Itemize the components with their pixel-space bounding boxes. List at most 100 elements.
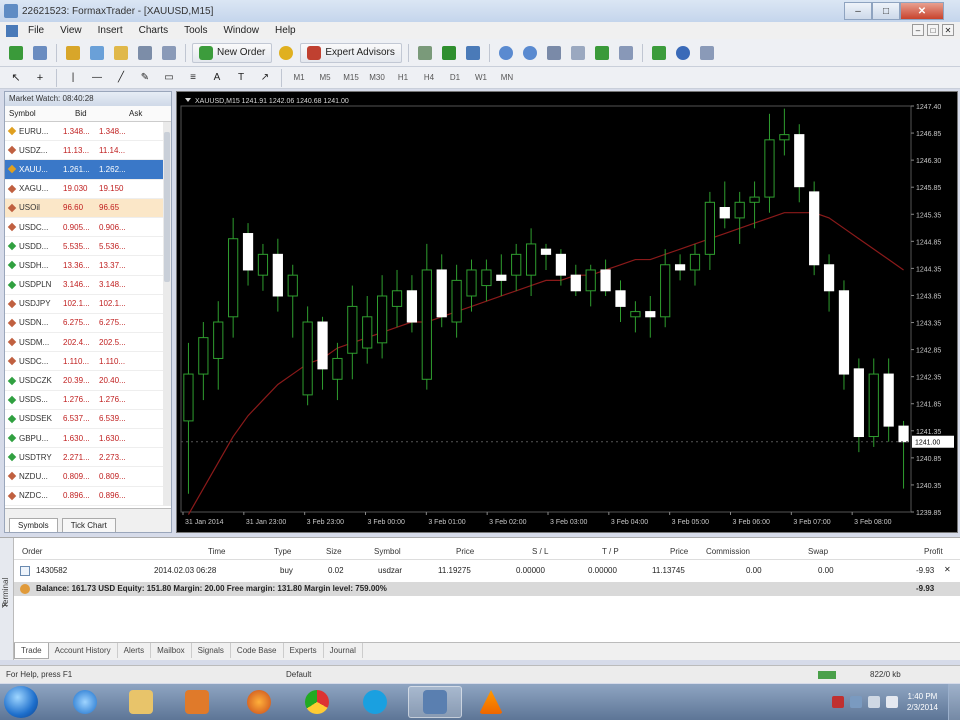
taskbar-internet-explorer[interactable] (58, 686, 112, 718)
candlestick-button[interactable] (439, 43, 459, 63)
market-watch-row[interactable]: USDC... 0.905... 0.906... (5, 218, 171, 238)
market-watch-button[interactable] (63, 43, 83, 63)
timeframe-m15[interactable]: M15 (338, 73, 364, 82)
taskbar-skype[interactable] (348, 686, 402, 718)
maximize-button[interactable]: □ (872, 2, 900, 20)
trendline-button[interactable]: ╱ (111, 68, 131, 88)
navigator-button[interactable] (111, 43, 131, 63)
tab-code-base[interactable]: Code Base (231, 643, 284, 658)
market-watch-scrollbar[interactable] (163, 122, 171, 506)
market-watch-row[interactable]: USDH... 13.36... 13.37... (5, 256, 171, 276)
market-watch-row[interactable]: EURU... 1.348... 1.348... (5, 122, 171, 142)
market-watch-row[interactable]: USDSEK 6.537... 6.539... (5, 410, 171, 429)
vertical-line-button[interactable]: | (63, 68, 83, 88)
menu-insert[interactable]: Insert (90, 25, 131, 36)
menu-file[interactable]: File (20, 25, 52, 36)
column-profit[interactable]: Profit (924, 547, 943, 556)
price-chart[interactable]: 1247.40 1246.85 1246.30 1245.85 1245.35 1244.… (176, 91, 958, 533)
taskbar-media-player[interactable] (170, 686, 224, 718)
column-size[interactable]: Size (326, 547, 342, 556)
market-watch-row[interactable]: USDTRY 2.271... 2.273... (5, 448, 171, 468)
tray-flag-icon[interactable] (831, 696, 844, 708)
start-button[interactable] (4, 686, 38, 718)
cursor-button[interactable]: ↖ (6, 68, 26, 88)
tray-display-icon[interactable] (849, 696, 862, 708)
column-current-price[interactable]: Price (670, 547, 688, 556)
market-watch-row[interactable]: XAUU... 1.261... 1.262... (5, 160, 171, 180)
timeframe-m1[interactable]: M1 (286, 73, 312, 82)
timeframe-h1[interactable]: H1 (390, 73, 416, 82)
timeframe-m5[interactable]: M5 (312, 73, 338, 82)
profiles-button[interactable] (30, 43, 50, 63)
market-watch-row[interactable]: USDZ... 11.13... 11.14... (5, 141, 171, 161)
column-ask[interactable]: Ask (99, 106, 159, 121)
chart-canvas[interactable]: 1247.40 1246.85 1246.30 1245.85 1245.35 1244.… (177, 92, 957, 532)
new-chart-button[interactable] (6, 43, 26, 63)
periods-button[interactable] (673, 43, 693, 63)
column-commission[interactable]: Commission (706, 547, 750, 556)
chart-restore-button[interactable]: □ (927, 24, 939, 36)
market-watch-row[interactable]: USDD... 5.535... 5.536... (5, 237, 171, 257)
taskbar-chrome[interactable] (290, 686, 344, 718)
timeframe-d1[interactable]: D1 (442, 73, 468, 82)
column-type[interactable]: Type (274, 547, 291, 556)
crosshair-button[interactable]: + (30, 68, 50, 88)
minimize-button[interactable]: – (844, 2, 872, 20)
horizontal-line-button[interactable]: — (87, 68, 107, 88)
expert-advisors-button[interactable]: Expert Advisors (300, 42, 402, 63)
column-swap[interactable]: Swap (808, 547, 828, 556)
column-time[interactable]: Time (208, 547, 225, 556)
menu-view[interactable]: View (52, 25, 90, 36)
chart-close-button[interactable]: ✕ (942, 24, 954, 36)
timeframe-m30[interactable]: M30 (364, 73, 390, 82)
column-price[interactable]: Price (456, 547, 474, 556)
market-watch-row[interactable]: USDM... 202.4... 202.5... (5, 333, 171, 353)
chart-shift-button[interactable] (568, 43, 588, 63)
line-chart-button[interactable] (463, 43, 483, 63)
new-order-button[interactable]: New Order (192, 42, 273, 63)
column-sl[interactable]: S / L (532, 547, 548, 556)
menu-window[interactable]: Window (215, 25, 267, 36)
close-order-icon[interactable]: ✕ (944, 565, 951, 574)
tab-signals[interactable]: Signals (192, 643, 231, 658)
zoom-out-button[interactable] (520, 43, 540, 63)
templates-button[interactable] (697, 43, 717, 63)
column-symbol[interactable]: Symbol (374, 547, 401, 556)
tab-symbols[interactable]: Symbols (9, 518, 58, 532)
market-watch-row[interactable]: USDPLN 3.146... 3.148... (5, 276, 171, 295)
tray-network-icon[interactable] (867, 696, 880, 708)
terminal-button[interactable] (135, 43, 155, 63)
market-watch-row[interactable]: NZDC... 0.896... 0.896... (5, 487, 171, 506)
tab-mailbox[interactable]: Mailbox (151, 643, 192, 658)
autoscroll-button[interactable] (592, 43, 612, 63)
tray-volume-icon[interactable] (885, 696, 898, 708)
channel-button[interactable]: ▭ (159, 68, 179, 88)
strategy-tester-button[interactable] (159, 43, 179, 63)
timeframe-h4[interactable]: H4 (416, 73, 442, 82)
market-watch-row[interactable]: USDJPY 102.1... 102.1... (5, 295, 171, 314)
tab-experts[interactable]: Experts (284, 643, 324, 658)
alert-button[interactable] (276, 43, 296, 63)
timeframe-w1[interactable]: W1 (468, 73, 494, 82)
tab-account-history[interactable]: Account History (49, 643, 118, 658)
market-watch-row[interactable]: XAGU... 19.030 19.150 (5, 180, 171, 199)
market-watch-row[interactable]: USDS... 1.276... 1.276... (5, 391, 171, 410)
market-watch-row[interactable]: USDCZK 20.39... 20.40... (5, 371, 171, 391)
tab-trade[interactable]: Trade (14, 643, 49, 659)
scrollbar-thumb[interactable] (164, 132, 170, 282)
column-order[interactable]: Order (22, 547, 42, 556)
grid-button[interactable] (616, 43, 636, 63)
clock[interactable]: 1:40 PM 2/3/2014 (907, 691, 938, 713)
tile-windows-button[interactable] (544, 43, 564, 63)
column-tp[interactable]: T / P (602, 547, 619, 556)
taskbar-vlc[interactable] (464, 686, 518, 718)
arrows-button[interactable]: ↗ (255, 68, 275, 88)
taskbar-file-explorer[interactable] (114, 686, 168, 718)
indicators-button[interactable] (649, 43, 669, 63)
market-watch-row[interactable]: USDC... 1.110... 1.110... (5, 352, 171, 372)
bar-chart-button[interactable] (415, 43, 435, 63)
menu-charts[interactable]: Charts (131, 25, 176, 36)
data-window-button[interactable] (87, 43, 107, 63)
market-watch-row[interactable]: USOil 96.60 96.65 (5, 198, 171, 218)
column-bid[interactable]: Bid (53, 106, 99, 121)
